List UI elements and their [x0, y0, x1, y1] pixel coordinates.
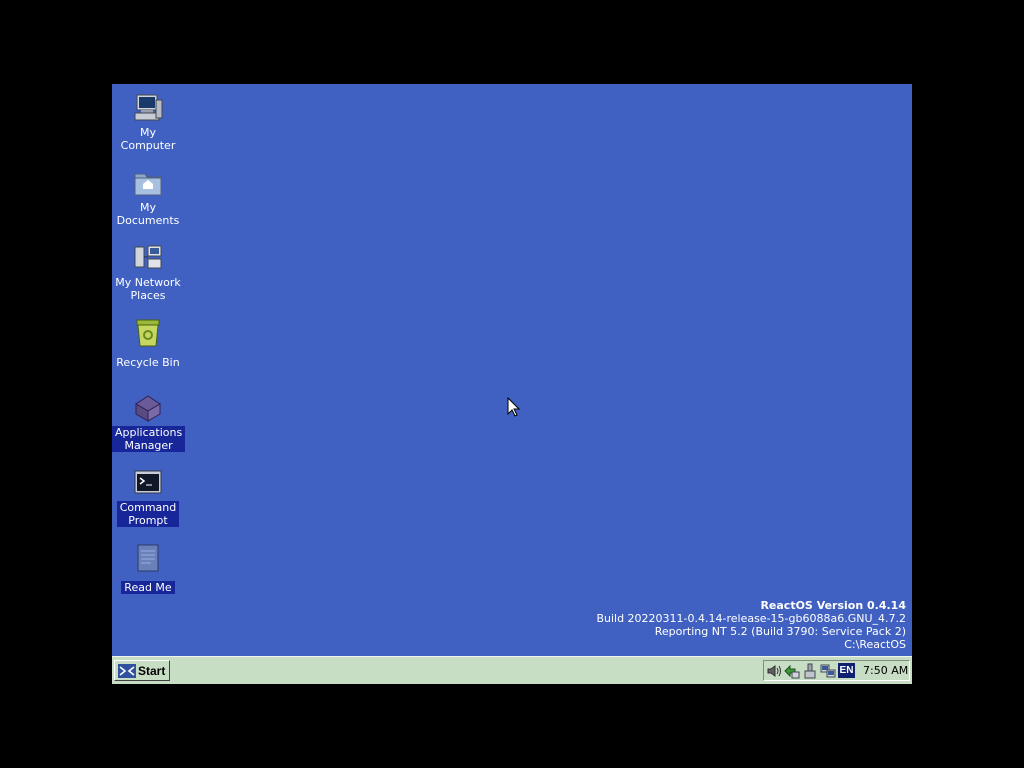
desktop-icon-label: Applications Manager [112, 426, 186, 452]
network-connection-icon[interactable] [820, 663, 836, 679]
command-prompt-icon [132, 467, 164, 499]
desktop-icon-my-network-places[interactable]: My Network Places [112, 238, 184, 303]
version-title: ReactOS Version 0.4.14 [760, 599, 906, 612]
clock[interactable]: 7:50 AM [863, 664, 908, 677]
version-reporting: Reporting NT 5.2 (Build 3790: Service Pa… [654, 625, 906, 638]
desktop-icon-my-documents[interactable]: My Documents [112, 163, 184, 228]
desktop-icon-label: My Computer [120, 126, 176, 152]
language-indicator[interactable]: EN [838, 663, 855, 678]
mouse-pointer-icon [507, 397, 520, 417]
desktop-icon-label: My Documents [116, 201, 180, 227]
start-button[interactable]: Start [114, 660, 170, 681]
applications-manager-icon [132, 392, 164, 424]
start-label: Start [138, 663, 166, 678]
desktop-icon-my-computer[interactable]: My Computer [112, 88, 184, 153]
computer-icon [132, 92, 164, 124]
taskbar: Start EN 7:50 AM [112, 656, 912, 684]
desktop-icon-command-prompt[interactable]: Command Prompt [112, 463, 184, 528]
desktop-icon-read-me[interactable]: Read Me [112, 538, 184, 595]
volume-icon[interactable] [766, 663, 782, 679]
documents-folder-icon [132, 167, 164, 199]
version-watermark: ReactOS Version 0.4.14 Build 20220311-0.… [596, 599, 906, 651]
desktop-icon-label: Command Prompt [116, 501, 180, 527]
desktop[interactable]: My Computer My Documents My Network Plac… [112, 84, 912, 656]
recycle-bin-icon [132, 317, 164, 349]
readme-icon [132, 542, 164, 574]
desktop-icon-recycle-bin[interactable]: Recycle Bin [112, 313, 184, 370]
screen: My Computer My Documents My Network Plac… [112, 84, 912, 684]
version-build: Build 20220311-0.4.14-release-15-gb6088a… [596, 612, 906, 625]
version-path: C:\ReactOS [844, 638, 906, 651]
system-tray: EN 7:50 AM [763, 660, 910, 681]
desktop-icon-applications-manager[interactable]: Applications Manager [112, 388, 186, 453]
safely-remove-icon[interactable] [802, 663, 818, 679]
desktop-icon-label: Read Me [121, 581, 175, 594]
network-places-icon [132, 242, 164, 274]
desktop-icon-label: Recycle Bin [116, 356, 180, 369]
desktop-icon-label: My Network Places [115, 276, 181, 302]
network-status-icon[interactable] [784, 663, 800, 679]
reactos-logo-icon [118, 663, 136, 678]
